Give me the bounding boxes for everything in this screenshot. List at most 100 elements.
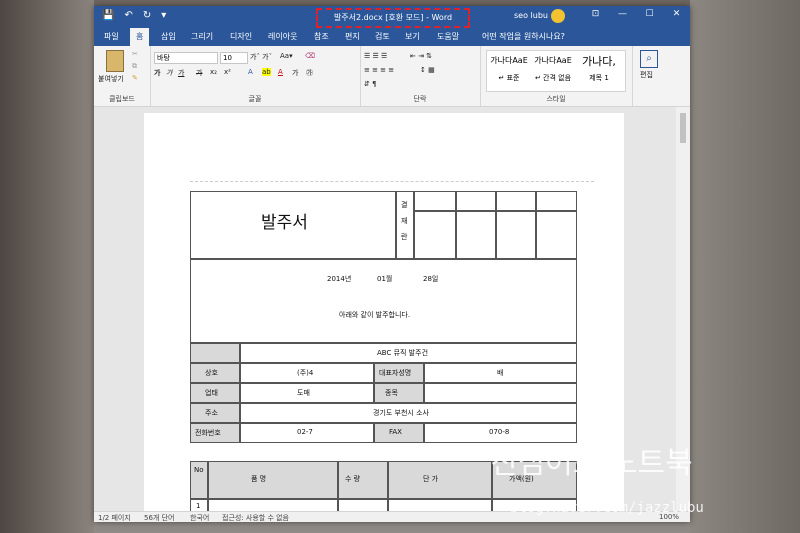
font-name-select[interactable]: 바탕 — [154, 52, 218, 64]
sort-icon[interactable]: ⇵ ¶ — [364, 80, 377, 88]
quick-access-toolbar: 💾 ↶ ↻ ▾ — [102, 10, 166, 21]
approval-sign-cell[interactable] — [456, 211, 496, 259]
item-qty-cell[interactable] — [338, 499, 388, 511]
business-type-value: 도매 — [297, 389, 310, 397]
style-normal[interactable]: ↵ 표준 — [489, 73, 529, 83]
approval-cell[interactable] — [414, 191, 456, 211]
tab-references[interactable]: 참조 — [314, 31, 329, 42]
word-count[interactable]: 56개 단어 — [144, 513, 174, 522]
search-icon[interactable]: ⌕ — [640, 50, 658, 68]
change-case-icon[interactable]: Aa▾ — [280, 52, 293, 60]
item-price-cell[interactable] — [388, 499, 492, 511]
italic-button[interactable]: 가 — [166, 68, 172, 78]
customize-qat-icon[interactable]: ▾ — [161, 10, 166, 21]
approval-cell[interactable] — [456, 191, 496, 211]
subscript-button[interactable]: x₂ — [210, 68, 217, 76]
superscript-button[interactable]: x² — [224, 68, 231, 76]
approval-sign-cell[interactable] — [536, 211, 577, 259]
accessibility-status[interactable]: 접근성: 사용할 수 없음 — [222, 513, 289, 522]
clipboard-label: 클립보드 — [109, 95, 135, 103]
style-heading1-sample[interactable]: 가나다, — [577, 53, 621, 69]
style-no-spacing[interactable]: ↵ 간격 없음 — [531, 73, 575, 83]
language[interactable]: 한국어 — [190, 513, 209, 522]
close-button[interactable]: ✕ — [663, 9, 690, 19]
grow-font-icon[interactable]: 가ˆ 가ˇ — [250, 52, 272, 62]
fax-label-cell: FAX — [374, 423, 424, 443]
background-left — [0, 0, 94, 533]
enclose-char-icon[interactable]: ㉮ — [306, 68, 313, 78]
paste-button[interactable]: 붙여넣기 — [98, 74, 124, 84]
tab-review[interactable]: 검토 — [375, 31, 390, 42]
tab-layout[interactable]: 레이아웃 — [268, 31, 297, 42]
phone-cell[interactable]: 02-7 — [240, 423, 374, 443]
save-icon[interactable]: 💾 — [102, 10, 114, 21]
page-count[interactable]: 1/2 페이지 — [98, 513, 131, 522]
indent-icon[interactable]: ⇤ ⇥ ⇅ — [410, 52, 432, 60]
font-group-label: 글꼴 — [248, 95, 262, 103]
tab-home[interactable]: 홈 — [130, 28, 150, 46]
business-item-cell[interactable] — [424, 383, 577, 403]
company-cell[interactable]: (주)4 — [240, 363, 374, 383]
background-right — [690, 0, 800, 533]
bold-button[interactable]: 가 — [154, 68, 160, 78]
business-type-label-cell: 업태 — [190, 383, 240, 403]
align-icons[interactable]: ≡ ≡ ≡ ≡ — [364, 66, 394, 74]
cut-icon[interactable]: ✂ — [132, 50, 138, 58]
underline-button[interactable]: 가 — [178, 68, 184, 78]
item-name-cell[interactable] — [208, 499, 338, 511]
approval-char-2: 재 — [401, 217, 408, 225]
char-shading-icon[interactable]: 가 — [292, 68, 298, 78]
redo-icon[interactable]: ↻ — [143, 10, 151, 21]
user-name[interactable]: seo lubu — [514, 11, 548, 20]
edit-button[interactable]: 편집 — [640, 70, 653, 80]
tab-draw[interactable]: 그리기 — [191, 31, 213, 42]
format-painter-icon[interactable]: ✎ — [132, 74, 138, 82]
text-effects-icon[interactable]: A — [248, 68, 253, 76]
window-title: 발주서2.docx [호환 모드] - Word — [316, 8, 470, 28]
approval-sign-cell[interactable] — [496, 211, 536, 259]
ribbon-tabs: 파일 홈 삽입 그리기 디자인 레이아웃 참조 편지 검토 보기 도움말 어떤 … — [94, 28, 690, 46]
line-spacing-icon[interactable]: ↕ ▦ — [420, 66, 435, 74]
date-day: 28일 — [423, 275, 439, 283]
font-color-icon[interactable]: A — [278, 68, 283, 76]
approval-sign-cell[interactable] — [414, 211, 456, 259]
price-header-cell: 단 가 — [388, 461, 492, 499]
address-cell[interactable]: 경기도 부천시 소사 — [240, 403, 577, 423]
tab-design[interactable]: 디자인 — [230, 31, 252, 42]
ribbon-display-icon[interactable]: ⊡ — [582, 9, 609, 19]
style-heading-1[interactable]: 제목 1 — [577, 73, 621, 83]
highlight-icon[interactable]: ab — [262, 68, 271, 76]
avatar[interactable] — [551, 9, 565, 23]
subject-cell[interactable]: ABC 뮤직 발주건 — [240, 343, 577, 363]
tab-view[interactable]: 보기 — [405, 31, 420, 42]
minimize-button[interactable]: — — [609, 9, 636, 19]
undo-icon[interactable]: ↶ — [124, 10, 132, 21]
tab-mailings[interactable]: 편지 — [345, 31, 360, 42]
no-header-cell: No — [190, 461, 208, 499]
business-type-cell[interactable]: 도매 — [240, 383, 374, 403]
item-no-cell[interactable]: 1 — [190, 499, 208, 511]
style-normal-sample[interactable]: 가나다AaE — [489, 55, 529, 66]
clear-format-icon[interactable]: ⌫ — [305, 52, 315, 60]
bullets-icon[interactable]: ☰ ☰ ☰ — [364, 52, 387, 60]
scrollbar-thumb[interactable] — [680, 113, 686, 143]
paste-icon[interactable] — [106, 50, 124, 72]
tell-me-input[interactable]: 어떤 작업을 원하시나요? — [482, 31, 565, 42]
tab-insert[interactable]: 삽입 — [161, 31, 176, 42]
name-header: 품 명 — [251, 475, 267, 483]
title-cell[interactable]: 발주서 — [190, 191, 396, 259]
strikethrough-button[interactable]: 가 — [196, 68, 202, 78]
style-nospacing-sample[interactable]: 가나다AaE — [531, 55, 575, 66]
approval-cell[interactable] — [536, 191, 577, 211]
approval-cell[interactable] — [496, 191, 536, 211]
maximize-button[interactable]: ☐ — [636, 9, 663, 19]
document-title: 발주서 — [261, 213, 308, 233]
title-bar: 💾 ↶ ↻ ▾ 발주서2.docx [호환 모드] - Word seo lub… — [94, 6, 690, 28]
tab-help[interactable]: 도움말 — [437, 31, 459, 42]
font-size-select[interactable]: 10 — [220, 52, 248, 64]
approval-label-cell[interactable]: 결 재 란 — [396, 191, 414, 259]
ceo-cell[interactable]: 배 — [424, 363, 577, 383]
tab-file[interactable]: 파일 — [104, 31, 119, 42]
copy-icon[interactable]: ⧉ — [132, 62, 137, 71]
date-intro-cell[interactable]: 2014년 01월 28일 아래와 같이 발주합니다. — [190, 259, 577, 343]
